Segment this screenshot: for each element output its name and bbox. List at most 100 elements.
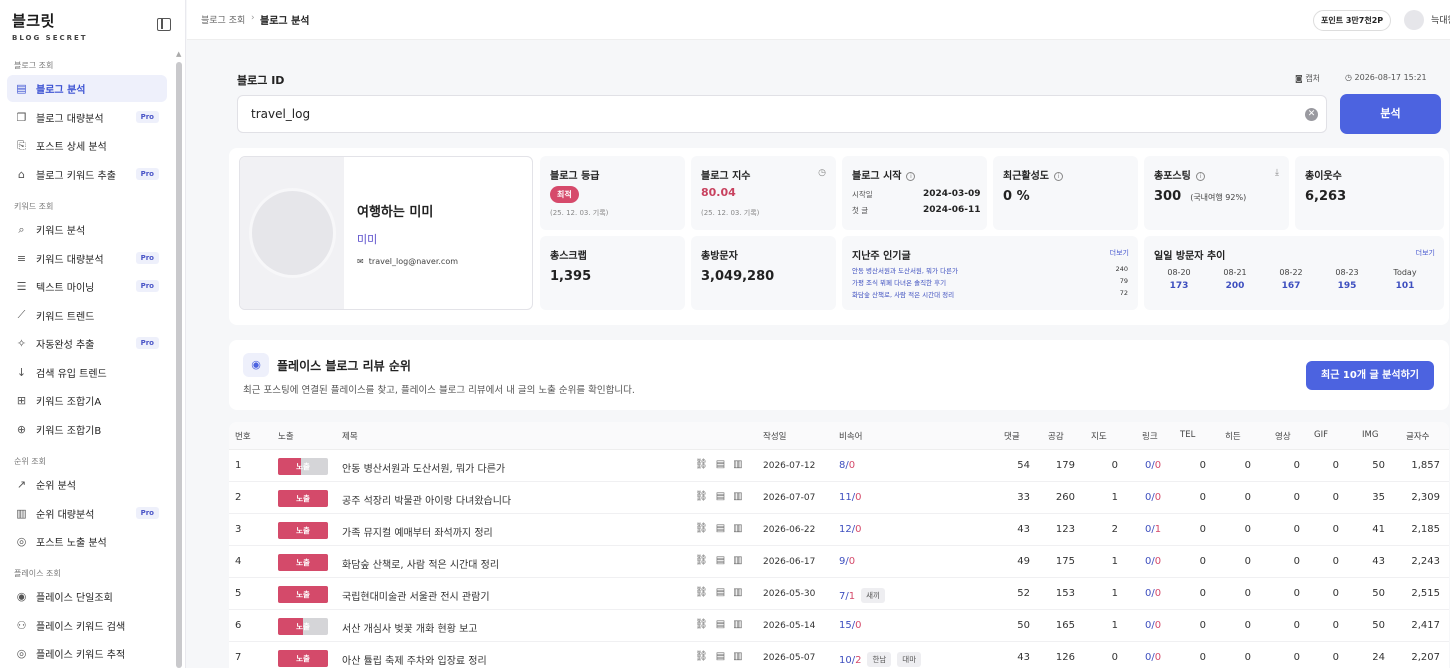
sidebar-item[interactable]: ◉ 플레이스 단일조회 bbox=[7, 583, 167, 610]
document-icon[interactable]: ▤ bbox=[716, 523, 733, 534]
document-icon[interactable]: ▤ bbox=[716, 651, 733, 662]
popular-item[interactable]: 화담숲 산책로, 사람 적은 시간대 정리 72 bbox=[852, 289, 1128, 299]
table-row[interactable]: 3 노출 가족 뮤지컬 예매부터 좌석까지 정리 ⛓▤▥ 2026-06-22 12/0 0… bbox=[229, 514, 1449, 546]
sidebar-item[interactable]: ◎ 플레이스 키워드 추적 bbox=[7, 640, 167, 667]
link-icon[interactable]: ⛓ bbox=[695, 619, 716, 630]
col-profanity[interactable]: 비속어 bbox=[839, 430, 862, 442]
visitors-value: 3,049,280 bbox=[701, 269, 775, 284]
link-icon[interactable]: ⛓ bbox=[695, 651, 716, 662]
col-video[interactable]: 영상 bbox=[1275, 430, 1291, 442]
post-title[interactable]: 서산 개심사 벚꽃 개화 현황 보고 bbox=[342, 620, 478, 635]
sidebar-item[interactable]: ≡ 키워드 대량분석 Pro bbox=[7, 245, 167, 272]
scroll-up-arrow-icon[interactable]: ▲ bbox=[176, 50, 181, 58]
analyze-recent-posts-button[interactable]: 최근 10개 글 분석하기 bbox=[1306, 361, 1434, 390]
clear-input-icon[interactable]: ✕ bbox=[1305, 108, 1318, 121]
sidebar-item[interactable]: ⌕ 키워드 분석 bbox=[7, 216, 167, 243]
link-icon[interactable]: ⛓ bbox=[695, 523, 716, 534]
link-icon[interactable]: ⛓ bbox=[695, 555, 716, 566]
post-title[interactable]: 가족 뮤지컬 예매부터 좌석까지 정리 bbox=[342, 524, 493, 539]
row-actions: ⛓▤▥ bbox=[695, 555, 751, 566]
link-icon[interactable]: ⛓ bbox=[695, 459, 716, 470]
post-title[interactable]: 아산 튤립 축제 주차와 입장료 정리 bbox=[342, 652, 487, 667]
bar-chart-icon[interactable]: ▥ bbox=[733, 651, 750, 662]
col-no[interactable]: 번호 bbox=[235, 430, 251, 442]
document-icon[interactable]: ▤ bbox=[716, 459, 733, 470]
sidebar-item[interactable]: ▥ 순위 대량분석 Pro bbox=[7, 500, 167, 527]
col-map[interactable]: 지도 bbox=[1091, 430, 1107, 442]
bar-chart-icon[interactable]: ▥ bbox=[733, 523, 750, 534]
profanity-count[interactable]: 9/0 bbox=[839, 556, 855, 567]
history-icon[interactable]: ◷ bbox=[818, 168, 826, 178]
table-row[interactable]: 7 노출 아산 튤립 축제 주차와 입장료 정리 ⛓▤▥ 2026-05-07 10/2 한… bbox=[229, 642, 1449, 668]
profanity-count[interactable]: 10/2 한남 대마 bbox=[839, 652, 922, 667]
post-title[interactable]: 공주 석장리 박물관 아이랑 다녀왔습니다 bbox=[342, 492, 511, 507]
col-title[interactable]: 제목 bbox=[342, 430, 358, 442]
link-icon[interactable]: ⛓ bbox=[695, 587, 716, 598]
col-tel[interactable]: TEL bbox=[1180, 430, 1195, 440]
document-icon[interactable]: ▤ bbox=[716, 619, 733, 630]
breadcrumb-parent[interactable]: 블로그 조회 bbox=[201, 13, 245, 26]
sidebar-collapse-icon[interactable] bbox=[157, 18, 171, 31]
points-badge[interactable]: 포인트 3만7천2P bbox=[1313, 10, 1392, 31]
document-icon[interactable]: ▤ bbox=[716, 555, 733, 566]
document-icon[interactable]: ▤ bbox=[716, 587, 733, 598]
col-likes[interactable]: 공감 bbox=[1048, 430, 1064, 442]
bar-chart-icon[interactable]: ▥ bbox=[733, 555, 750, 566]
col-link[interactable]: 링크 bbox=[1142, 430, 1158, 442]
blog-id-input[interactable]: travel_log bbox=[237, 95, 1327, 133]
table-row[interactable]: 1 노출 안동 병산서원과 도산서원, 뭐가 다른가 ⛓▤▥ 2026-07-12 8/0… bbox=[229, 450, 1449, 482]
info-icon[interactable]: i bbox=[1195, 172, 1205, 181]
popular-item[interactable]: 가평 조식 뷔페 다녀온 솔직한 후기 79 bbox=[852, 277, 1128, 287]
profanity-count[interactable]: 8/0 bbox=[839, 460, 855, 471]
table-row[interactable]: 4 노출 화담숲 산책로, 사람 적은 시간대 정리 ⛓▤▥ 2026-06-17 9/0… bbox=[229, 546, 1449, 578]
profanity-count[interactable]: 15/0 bbox=[839, 620, 861, 631]
popular-more-link[interactable]: 더보기 bbox=[1110, 248, 1129, 258]
sidebar-item[interactable]: ✧ 자동완성 추출 Pro bbox=[7, 330, 167, 357]
info-icon[interactable]: i bbox=[1054, 172, 1063, 181]
sidebar-item[interactable]: ⎘ 포스트 상세 분석 bbox=[7, 132, 167, 159]
table-row[interactable]: 6 노출 서산 개심사 벚꽃 개화 현황 보고 ⛓▤▥ 2026-05-14 15/0 0/… bbox=[229, 610, 1449, 642]
sidebar-item[interactable]: ⊕ 키워드 조합기B bbox=[7, 416, 167, 443]
daily-more-link[interactable]: 더보기 bbox=[1416, 248, 1435, 258]
col-chars[interactable]: 글자수 bbox=[1406, 430, 1429, 442]
sidebar-item[interactable]: ⚇ 플레이스 키워드 검색 bbox=[7, 612, 167, 639]
sidebar-item[interactable]: ◎ 포스트 노출 분석 bbox=[7, 528, 167, 555]
download-icon[interactable]: ⤓ bbox=[1275, 168, 1279, 178]
bar-chart-icon[interactable]: ▥ bbox=[733, 619, 750, 630]
table-row[interactable]: 2 노출 공주 석장리 박물관 아이랑 다녀왔습니다 ⛓▤▥ 2026-07-07 11/… bbox=[229, 482, 1449, 514]
info-icon[interactable]: i bbox=[906, 172, 916, 181]
profanity-count[interactable]: 7/1 새끼 bbox=[839, 588, 885, 603]
post-title[interactable]: 국립현대미술관 서울관 전시 관람기 bbox=[342, 588, 490, 603]
sidebar-item[interactable]: ⌂ 블로그 키워드 추출 Pro bbox=[7, 161, 167, 188]
col-date[interactable]: 작성일 bbox=[763, 430, 786, 442]
col-hidden[interactable]: 히든 bbox=[1225, 430, 1241, 442]
link-icon[interactable]: ⛓ bbox=[695, 491, 716, 502]
profanity-count[interactable]: 12/0 bbox=[839, 524, 861, 535]
profanity-count[interactable]: 11/0 bbox=[839, 492, 861, 503]
sidebar-scrollbar[interactable] bbox=[176, 62, 182, 668]
sidebar-item[interactable]: ⊞ 키워드 조합기A bbox=[7, 387, 167, 414]
sidebar-item[interactable]: ☰ 텍스트 마이닝 Pro bbox=[7, 273, 167, 300]
username[interactable]: 늑대왕 bbox=[1431, 13, 1450, 26]
sidebar-item[interactable]: ⟋ 키워드 트렌드 bbox=[7, 302, 167, 329]
capture-button[interactable]: ◙ 캡처 bbox=[1295, 73, 1320, 84]
popular-item[interactable]: 안동 병산서원과 도산서원, 뭐가 다른가 240 bbox=[852, 265, 1128, 275]
sidebar-item[interactable]: ↗ 순위 분석 bbox=[7, 471, 167, 498]
post-title[interactable]: 안동 병산서원과 도산서원, 뭐가 다른가 bbox=[342, 460, 505, 475]
post-title[interactable]: 화담숲 산책로, 사람 적은 시간대 정리 bbox=[342, 556, 499, 571]
document-icon[interactable]: ▤ bbox=[716, 491, 733, 502]
logo[interactable]: 블크릿 BLOG SECRET bbox=[12, 10, 88, 42]
sidebar-item[interactable]: ❐ 블로그 대량분석 Pro bbox=[7, 104, 167, 131]
sidebar-item[interactable]: ▤ 블로그 분석 bbox=[7, 75, 167, 102]
analyze-button[interactable]: 분석 bbox=[1340, 94, 1441, 134]
col-img[interactable]: IMG bbox=[1362, 430, 1378, 440]
bar-chart-icon[interactable]: ▥ bbox=[733, 587, 750, 598]
col-exposure[interactable]: 노출 bbox=[278, 430, 294, 442]
col-gif[interactable]: GIF bbox=[1314, 430, 1328, 440]
bar-chart-icon[interactable]: ▥ bbox=[733, 459, 750, 470]
bar-chart-icon[interactable]: ▥ bbox=[733, 491, 750, 502]
table-row[interactable]: 5 노출 국립현대미술관 서울관 전시 관람기 ⛓▤▥ 2026-05-30 7/1 새끼 0… bbox=[229, 578, 1449, 610]
sidebar-item[interactable]: ↓ 검색 유입 트렌드 bbox=[7, 359, 167, 386]
col-comments[interactable]: 댓글 bbox=[1004, 430, 1020, 442]
user-avatar[interactable] bbox=[1404, 10, 1424, 30]
